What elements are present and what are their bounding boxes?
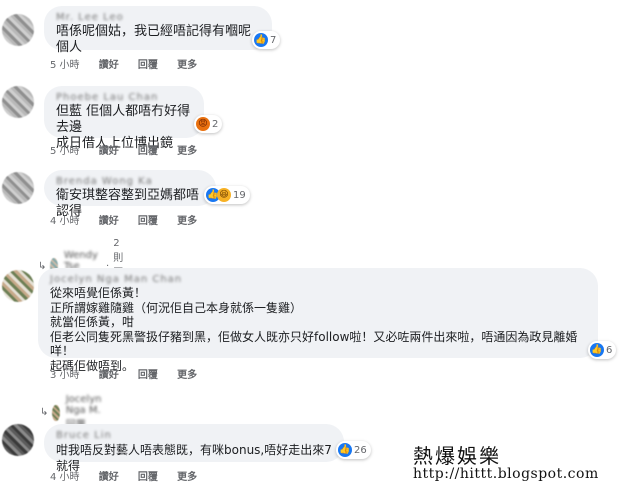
- reaction-summary[interactable]: 👍 😆 19: [204, 186, 250, 204]
- haha-reaction-icon: 😆: [217, 188, 231, 202]
- commenter-name[interactable]: Brenda Wong Ka: [56, 176, 204, 188]
- reaction-count: 26: [354, 444, 367, 456]
- comment-time[interactable]: 3 小時: [50, 370, 80, 381]
- reaction-summary[interactable]: 👍 6: [588, 341, 617, 359]
- commenter-name[interactable]: Jocelyn Nga Man Chan: [50, 274, 586, 286]
- commenter-name[interactable]: Bruce Lin: [56, 430, 332, 442]
- avatar[interactable]: [2, 424, 34, 456]
- like-button[interactable]: 讚好: [99, 60, 119, 71]
- angry-reaction-icon: 😡: [196, 117, 210, 131]
- comment-actions: 5 小時 讚好 回覆 更多: [50, 56, 213, 71]
- more-button[interactable]: 更多: [177, 472, 197, 483]
- reply-button[interactable]: 回覆: [138, 216, 158, 227]
- avatar[interactable]: [2, 270, 34, 302]
- reaction-count: 19: [233, 189, 246, 201]
- reply-button[interactable]: 回覆: [138, 472, 158, 483]
- reply-button[interactable]: 回覆: [138, 60, 158, 71]
- comment-bubble: Jocelyn Nga Man Chan 從來唔覺佢係黃！ 正所謂嫁雞隨雞（何況…: [38, 268, 598, 373]
- reply-button[interactable]: 回覆: [138, 370, 158, 381]
- reaction-summary[interactable]: 👍 26: [336, 441, 371, 459]
- comment-actions: 4 小時 讚好 回覆 更多: [50, 212, 213, 227]
- reaction-count: 7: [270, 34, 277, 46]
- comment-bubble: Mr. Lee Leo 唔係呢個姑，我已經唔記得有嗰呢個人: [44, 6, 272, 55]
- like-reaction-icon: 👍: [254, 33, 268, 47]
- like-reaction-icon: 👍: [338, 443, 352, 457]
- like-button[interactable]: 讚好: [99, 146, 119, 157]
- avatar[interactable]: [2, 172, 34, 204]
- avatar[interactable]: [2, 86, 34, 118]
- comment-actions: 4 小時 讚好 回覆 更多: [50, 468, 213, 483]
- comment-actions: 5 小時 讚好 回覆 更多: [50, 142, 213, 157]
- comment-time[interactable]: 5 小時: [50, 60, 80, 71]
- comment-bubble: Brenda Wong Ka 衛安琪整容整到亞媽都唔認得: [44, 170, 216, 219]
- like-button[interactable]: 讚好: [99, 216, 119, 227]
- like-button[interactable]: 讚好: [99, 370, 119, 381]
- comment-bubble: Bruce Lin 咁我唔反對藝人唔表態既，有咪bonus,唔好走出來7就得: [44, 424, 344, 473]
- more-button[interactable]: 更多: [177, 370, 197, 381]
- reaction-count: 2: [212, 118, 219, 130]
- comment-time[interactable]: 4 小時: [50, 216, 80, 227]
- more-button[interactable]: 更多: [177, 216, 197, 227]
- reply-arrow-icon: ↳: [38, 260, 47, 272]
- reaction-summary[interactable]: 😡 2: [194, 115, 223, 133]
- commenter-name[interactable]: Phoebe Lau Chan: [56, 92, 192, 104]
- comment-actions: 3 小時 讚好 回覆 更多: [50, 366, 213, 381]
- more-button[interactable]: 更多: [177, 146, 197, 157]
- reply-arrow-icon: ↳: [40, 407, 49, 418]
- reaction-summary[interactable]: 👍 7: [252, 31, 281, 49]
- reaction-count: 6: [606, 344, 613, 356]
- comment-text: 從來唔覺佢係黃！ 正所謂嫁雞隨雞（何況佢自己本身就係一隻雞） 就當佢係黃，咁 佢…: [50, 286, 578, 373]
- comment-text: 唔係呢個姑，我已經唔記得有嗰呢個人: [56, 24, 252, 55]
- comment-bubble: Phoebe Lau Chan 但藍 佢個人都唔冇好得去邊 成日借人上位博出鏡: [44, 86, 204, 151]
- comment-time[interactable]: 4 小時: [50, 472, 80, 483]
- avatar[interactable]: [2, 14, 34, 46]
- more-button[interactable]: 更多: [177, 60, 197, 71]
- reply-button[interactable]: 回覆: [138, 146, 158, 157]
- commenter-name[interactable]: Mr. Lee Leo: [56, 12, 260, 24]
- watermark-url: http://hittt.blogspot.com: [413, 466, 599, 482]
- reply-avatar: [52, 404, 60, 421]
- comment-time[interactable]: 5 小時: [50, 146, 80, 157]
- like-reaction-icon: 👍: [590, 343, 604, 357]
- like-button[interactable]: 讚好: [99, 472, 119, 483]
- watermark-title: 熱爆娛樂: [413, 444, 501, 468]
